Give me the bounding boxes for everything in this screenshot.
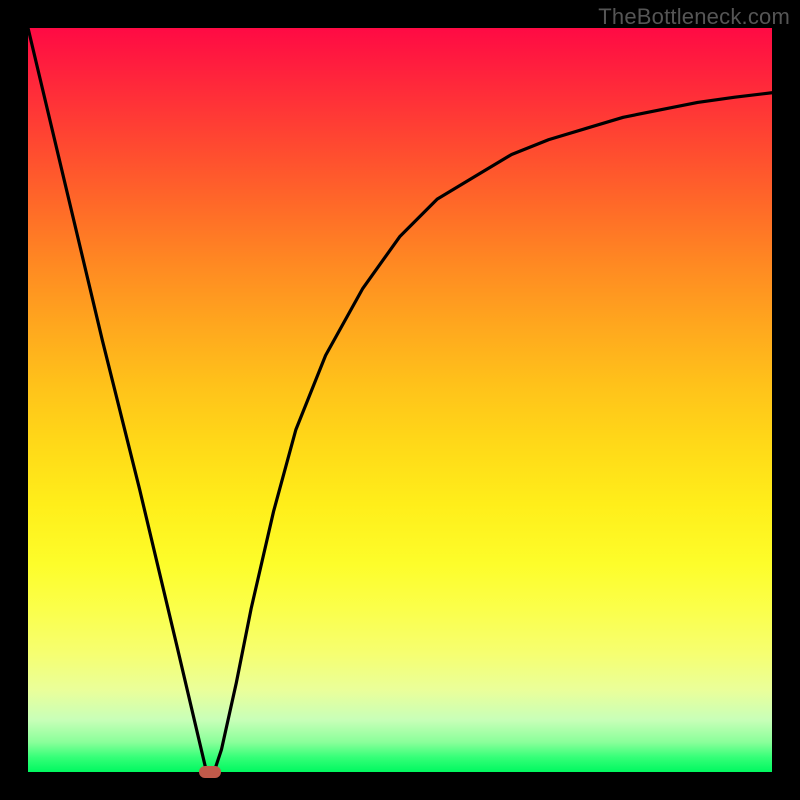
chart-frame: TheBottleneck.com xyxy=(0,0,800,800)
bottleneck-curve xyxy=(28,28,772,772)
watermark-text: TheBottleneck.com xyxy=(598,4,790,30)
plot-area xyxy=(28,28,772,772)
curve-svg xyxy=(28,28,772,772)
minimum-marker xyxy=(199,766,221,778)
